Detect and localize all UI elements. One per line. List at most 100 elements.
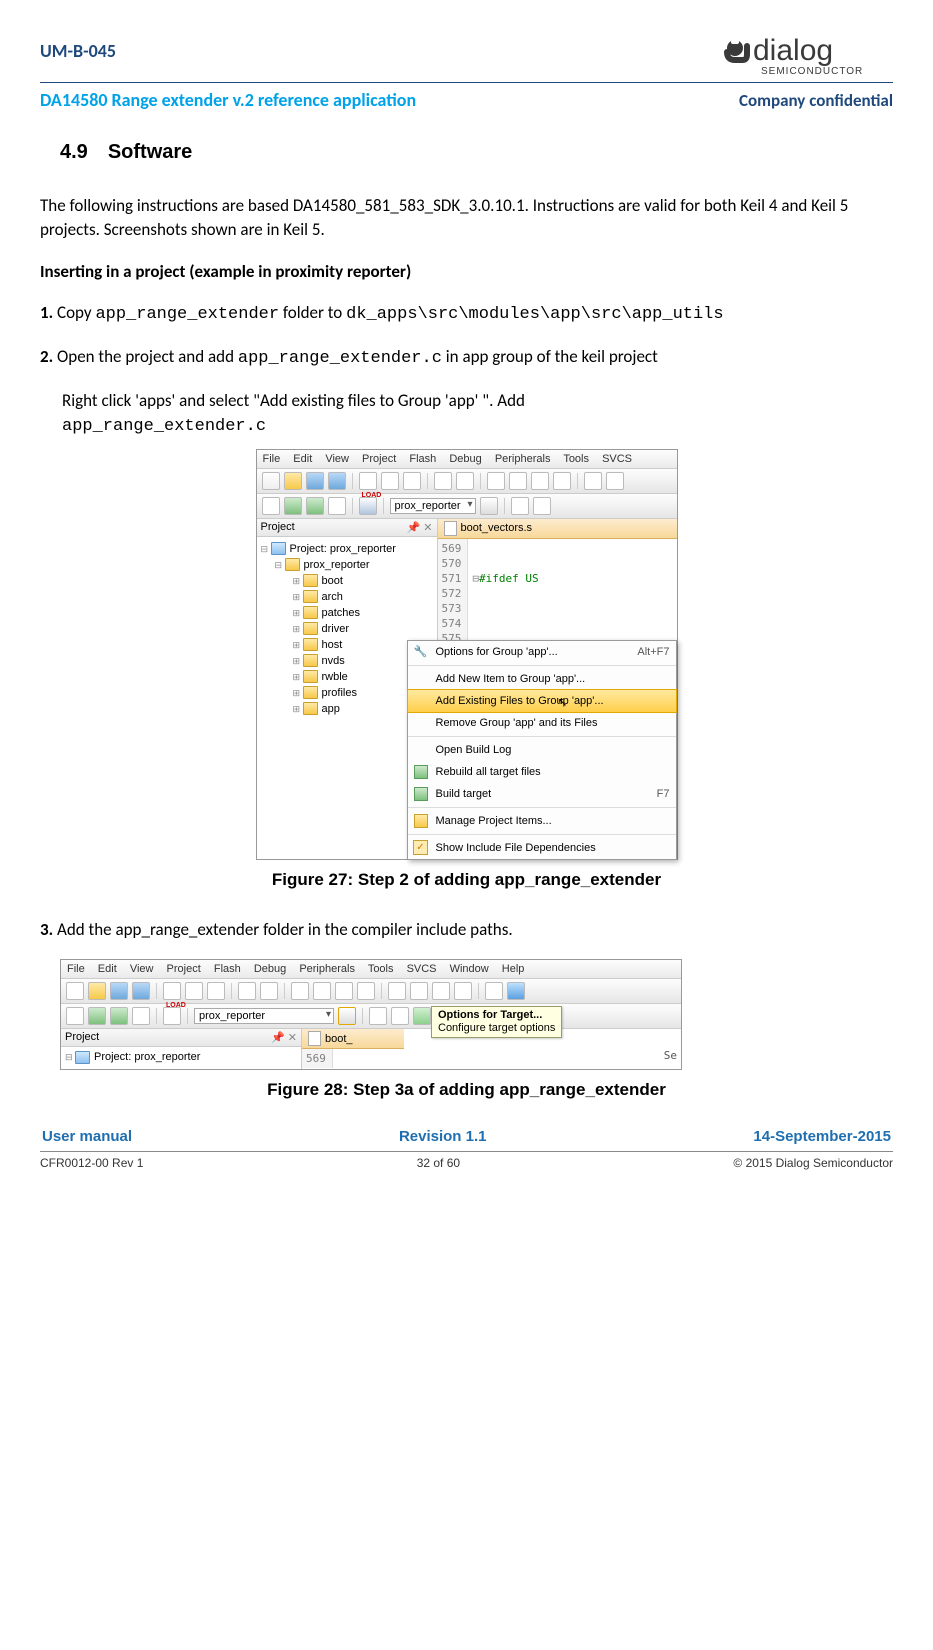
- undo-icon[interactable]: [434, 472, 452, 490]
- menu-edit[interactable]: Edit: [293, 453, 312, 465]
- tree-folder[interactable]: profiles: [322, 687, 357, 699]
- menu-view[interactable]: View: [325, 453, 349, 465]
- indent-icon[interactable]: [584, 472, 602, 490]
- tree-folder[interactable]: rwble: [322, 671, 348, 683]
- undo-icon[interactable]: [238, 982, 256, 1000]
- tree-folder[interactable]: boot: [322, 575, 343, 587]
- manage-icon[interactable]: [369, 1007, 387, 1025]
- bookmark-prev-icon[interactable]: [313, 982, 331, 1000]
- menu-edit[interactable]: Edit: [98, 963, 117, 975]
- ctx-item[interactable]: ✓Show Include File Dependencies: [408, 837, 676, 859]
- ctx-item[interactable]: Open Build Log: [408, 739, 676, 761]
- cut-icon[interactable]: [359, 472, 377, 490]
- build-icon[interactable]: [88, 1007, 106, 1025]
- menu-project[interactable]: Project: [362, 453, 396, 465]
- bookmark-next-icon[interactable]: [335, 982, 353, 1000]
- file-tab[interactable]: boot_vectors.s: [438, 519, 677, 539]
- ctx-item[interactable]: Remove Group 'app' and its Files: [408, 712, 676, 734]
- translate-icon[interactable]: [66, 1007, 84, 1025]
- menu-svcs[interactable]: SVCS: [602, 453, 632, 465]
- ctx-item[interactable]: 🔧Options for Group 'app'...Alt+F7: [408, 641, 676, 663]
- bookmark-icon[interactable]: [487, 472, 505, 490]
- find-icon[interactable]: [485, 982, 503, 1000]
- ctx-item[interactable]: Rebuild all target files: [408, 761, 676, 783]
- menu-help[interactable]: Help: [502, 963, 525, 975]
- save-icon[interactable]: [110, 982, 128, 1000]
- manage-icon[interactable]: [511, 497, 529, 515]
- save-icon[interactable]: [306, 472, 324, 490]
- books-icon[interactable]: [391, 1007, 409, 1025]
- ctx-item[interactable]: Add Existing Files to Group 'app'...↖: [407, 689, 677, 713]
- menu-window[interactable]: Window: [450, 963, 489, 975]
- menu-view[interactable]: View: [130, 963, 154, 975]
- bookmark-prev-icon[interactable]: [509, 472, 527, 490]
- bookmark-next-icon[interactable]: [531, 472, 549, 490]
- menu-flash[interactable]: Flash: [409, 453, 436, 465]
- cut-icon[interactable]: [163, 982, 181, 1000]
- copy-icon[interactable]: [185, 982, 203, 1000]
- save-all-icon[interactable]: [328, 472, 346, 490]
- pin-icon[interactable]: 📌 ✕: [271, 1031, 297, 1044]
- options-icon[interactable]: [480, 497, 498, 515]
- tree-folder[interactable]: nvds: [322, 655, 345, 667]
- comment-icon[interactable]: [432, 982, 450, 1000]
- indent-icon[interactable]: [388, 982, 406, 1000]
- menu-peripherals[interactable]: Peripherals: [299, 963, 355, 975]
- bookmark-icon[interactable]: [291, 982, 309, 1000]
- ctx-item[interactable]: Manage Project Items...: [408, 810, 676, 832]
- translate-icon[interactable]: [262, 497, 280, 515]
- bookmark-clear-icon[interactable]: [553, 472, 571, 490]
- menu-project[interactable]: Project: [167, 963, 201, 975]
- menu-flash[interactable]: Flash: [214, 963, 241, 975]
- target-options-icon[interactable]: [338, 1007, 356, 1025]
- ctx-item[interactable]: Build targetF7: [408, 783, 676, 805]
- ctx-item[interactable]: Add New Item to Group 'app'...: [408, 668, 676, 690]
- build-icon[interactable]: [284, 497, 302, 515]
- menu-debug[interactable]: Debug: [449, 453, 481, 465]
- uncomment-icon[interactable]: [454, 982, 472, 1000]
- paste-icon[interactable]: [207, 982, 225, 1000]
- tree-folder[interactable]: host: [322, 639, 343, 651]
- separator-icon: [478, 983, 479, 999]
- rebuild-icon[interactable]: [110, 1007, 128, 1025]
- menu-tools[interactable]: Tools: [563, 453, 589, 465]
- new-icon[interactable]: [66, 982, 84, 1000]
- tree-folder[interactable]: patches: [322, 607, 361, 619]
- target-select[interactable]: prox_reporter: [390, 498, 476, 514]
- menu-svcs[interactable]: SVCS: [407, 963, 437, 975]
- menu-debug[interactable]: Debug: [254, 963, 286, 975]
- pin-icon[interactable]: 📌 ✕: [407, 521, 433, 534]
- paste-icon[interactable]: [403, 472, 421, 490]
- copy-icon[interactable]: [381, 472, 399, 490]
- tree-root[interactable]: Project: prox_reporter: [94, 1051, 200, 1063]
- pack-icon[interactable]: [413, 1007, 431, 1025]
- target-select[interactable]: prox_reporter: [194, 1008, 334, 1024]
- redo-icon[interactable]: [456, 472, 474, 490]
- tree-group[interactable]: prox_reporter: [304, 559, 370, 571]
- download-icon[interactable]: LOAD: [163, 1007, 181, 1025]
- batch-build-icon[interactable]: [328, 497, 346, 515]
- footer-row-1: User manual Revision 1.1 14-September-20…: [40, 1128, 893, 1145]
- tree-folder[interactable]: arch: [322, 591, 343, 603]
- menu-tools[interactable]: Tools: [368, 963, 394, 975]
- rebuild-icon[interactable]: [306, 497, 324, 515]
- menu-peripherals[interactable]: Peripherals: [495, 453, 551, 465]
- bookmark-clear-icon[interactable]: [357, 982, 375, 1000]
- menu-file[interactable]: File: [263, 453, 281, 465]
- tree-root[interactable]: Project: prox_reporter: [290, 543, 396, 555]
- file-tab[interactable]: boot_: [302, 1029, 404, 1049]
- menu-file[interactable]: File: [67, 963, 85, 975]
- batch-build-icon[interactable]: [132, 1007, 150, 1025]
- flag-icon[interactable]: [507, 982, 525, 1000]
- redo-icon[interactable]: [260, 982, 278, 1000]
- open-icon[interactable]: [88, 982, 106, 1000]
- save-all-icon[interactable]: [132, 982, 150, 1000]
- new-icon[interactable]: [262, 472, 280, 490]
- outdent-icon[interactable]: [410, 982, 428, 1000]
- outdent-icon[interactable]: [606, 472, 624, 490]
- tree-folder[interactable]: driver: [322, 623, 350, 635]
- open-icon[interactable]: [284, 472, 302, 490]
- tree-folder-app[interactable]: app: [322, 703, 340, 715]
- download-icon[interactable]: LOAD: [359, 497, 377, 515]
- books-icon[interactable]: [533, 497, 551, 515]
